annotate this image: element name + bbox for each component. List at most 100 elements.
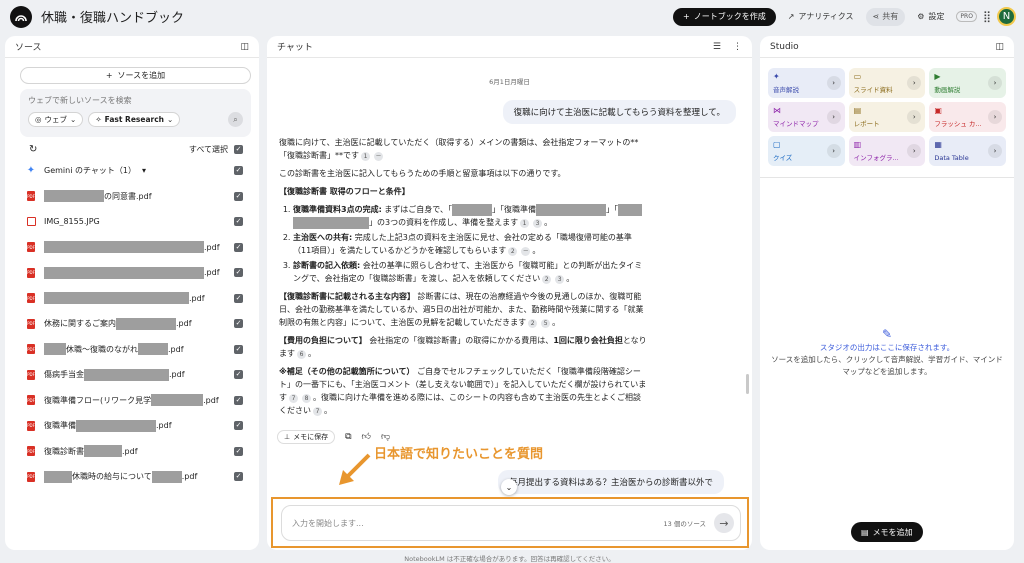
settings-button[interactable]: ⚙ 設定 [911, 8, 950, 26]
citation-chip[interactable]: － [521, 247, 531, 256]
studio-tile[interactable]: ▶ 動画解説 › [929, 68, 1006, 98]
studio-tile[interactable]: ✦ 音声解説 › [768, 68, 845, 98]
citation-chip[interactable]: 7 [289, 394, 298, 403]
source-checkbox[interactable]: ✓ [234, 472, 243, 482]
chevron-right-icon[interactable]: › [987, 76, 1002, 90]
source-checkbox[interactable]: ✓ [234, 395, 243, 405]
notebooklm-logo-icon[interactable] [10, 5, 32, 28]
source-checkbox[interactable]: ✓ [234, 293, 243, 303]
list-item[interactable]: PDF 休務に関するご案内 .pdf ✓ [5, 311, 259, 337]
citation-chip[interactable]: 8 [302, 394, 311, 403]
studio-tile[interactable]: ▢ クイズ › [768, 136, 845, 166]
save-to-note-button[interactable]: ⊥ メモに保存 [277, 430, 336, 444]
avatar[interactable]: N [997, 7, 1016, 26]
thumbs-up-icon[interactable]: 👍︎ [362, 432, 371, 442]
citation-chip[interactable]: 2 [542, 275, 552, 284]
add-note-button[interactable]: ▤ メモを追加 [851, 522, 923, 542]
source-checkbox[interactable]: ✓ [234, 421, 243, 431]
pdf-file-icon-wrap: PDF [25, 343, 37, 355]
list-item[interactable]: PDF の同意書.pdf ✓ [5, 184, 259, 210]
chat-input[interactable]: 入力を開始します... [292, 518, 663, 529]
list-item[interactable]: PDF 復職診断書 .pdf ✓ [5, 439, 259, 465]
studio-tile-label: インフォグラ... [853, 154, 899, 162]
source-checkbox[interactable]: ✓ [234, 268, 243, 278]
source-checkbox[interactable]: ✓ [234, 319, 243, 329]
chevron-right-icon[interactable]: › [826, 144, 841, 158]
redacted-block [44, 266, 204, 279]
send-arrow-icon[interactable]: → [714, 513, 734, 533]
source-checkbox[interactable]: ✓ [234, 370, 243, 380]
thumbs-down-icon[interactable]: 👎︎ [381, 432, 390, 442]
apps-grid-icon[interactable]: ⣿ [983, 10, 991, 23]
source-search-input[interactable]: ウェブで新しいソースを検索 [28, 95, 243, 106]
list-item[interactable]: PDF .pdf ✓ [5, 260, 259, 286]
source-checkbox[interactable]: ✓ [234, 166, 243, 176]
annotation-highlight-box: 入力を開始します... 13 個のソース → [271, 497, 749, 548]
settings-label: 設定 [928, 12, 945, 21]
studio-tile[interactable]: ▭ スライド資料 › [848, 68, 926, 98]
studio-tile[interactable]: ⋈ マインドマップ › [768, 102, 845, 132]
response-paragraph: ※補足（その他の記載箇所について） ご自身でセルフチェックしていただく「復職準備… [279, 367, 647, 416]
share-button[interactable]: ⋖ 共有 [865, 7, 906, 26]
citation-chip[interactable]: 3 [533, 219, 543, 228]
studio-tile[interactable]: ▦ Data Table › [929, 136, 1006, 166]
source-checkbox[interactable]: ✓ [234, 217, 243, 227]
select-all-checkbox[interactable]: ✓ [234, 145, 243, 154]
sources-header: ソース ◫ [5, 36, 259, 58]
chevron-right-icon[interactable]: › [826, 110, 841, 124]
add-source-button[interactable]: + ソースを追加 [20, 67, 251, 84]
list-item[interactable]: PDF .pdf ✓ [5, 286, 259, 312]
citation-chip[interactable]: 1 [361, 152, 370, 161]
collapse-panel-icon[interactable]: ◫ [240, 42, 249, 52]
list-item[interactable]: PDF .pdf ✓ [5, 235, 259, 261]
research-mode-dropdown[interactable]: ✧ Fast Research ⌄ [88, 112, 181, 127]
chevron-right-icon[interactable]: › [987, 144, 1002, 158]
citation-chip[interactable]: 6 [297, 350, 306, 359]
chevron-right-icon[interactable]: › [907, 76, 922, 90]
response-paragraph: 復職に向けて、主治医に記載していただく（取得する）メインの書類は、会社指定フォー… [279, 136, 647, 162]
list-item[interactable]: PDF 傷病手当金 .pdf ✓ [5, 362, 259, 388]
tune-settings-icon[interactable]: ☰ [713, 42, 721, 52]
list-item[interactable]: PDF 休職時の給与について .pdf ✓ [5, 464, 259, 490]
citation-chip[interactable]: 2 [528, 319, 538, 328]
source-checkbox[interactable]: ✓ [234, 242, 243, 252]
refresh-icon[interactable]: ↻ [29, 144, 37, 155]
source-name: の同意書.pdf [104, 191, 152, 201]
citation-chip[interactable]: 3 [555, 275, 565, 284]
studio-tile[interactable]: ▥ インフォグラ... › [848, 136, 926, 166]
citation-chip[interactable]: 5 [541, 319, 551, 328]
create-notebook-button[interactable]: + ノートブックを作成 [673, 7, 776, 26]
citation-chip[interactable]: － [374, 152, 383, 161]
chat-scrollbar[interactable] [746, 374, 749, 394]
studio-tile[interactable]: ▤ レポート › [848, 102, 926, 132]
copy-icon[interactable]: ⧉ [345, 432, 351, 442]
chevron-right-icon[interactable]: › [987, 110, 1002, 124]
list-item-title: 復職準備資料3点の完成: [293, 205, 382, 214]
search-submit-icon[interactable]: ⌕ [228, 112, 243, 127]
citation-chip[interactable]: 2 [508, 247, 518, 256]
analytics-button[interactable]: ↗ アナリティクス [782, 8, 860, 26]
source-checkbox[interactable]: ✓ [234, 344, 243, 354]
chevron-down-icon[interactable]: ▾ [142, 166, 146, 175]
list-item[interactable]: PDF 復職準備 .pdf ✓ [5, 413, 259, 439]
scroll-down-icon[interactable]: ⌄ [501, 479, 517, 495]
list-item[interactable]: PDF 休職〜復職のながれ .pdf ✓ [5, 337, 259, 363]
source-name: 復職準備 [44, 421, 76, 431]
chevron-right-icon[interactable]: › [907, 110, 922, 124]
source-checkbox[interactable]: ✓ [234, 446, 243, 456]
notebook-title[interactable]: 休職・復職ハンドブック [41, 7, 184, 26]
collapse-panel-icon[interactable]: ◫ [995, 42, 1004, 52]
list-item[interactable]: IMG_8155.JPG ✓ [5, 209, 259, 235]
chevron-right-icon[interactable]: › [907, 144, 922, 158]
empty-desc-2: マップなどを追加します。 [842, 367, 932, 376]
list-item[interactable]: PDF 復職準備フロー(リワーク見学 .pdf ✓ [5, 388, 259, 414]
citation-chip[interactable]: 7 [313, 407, 322, 416]
user-message: 復職に向けて主治医に記載してもらう資料を整理して。 [502, 100, 736, 124]
list-item[interactable]: ✦ Gemini のチャット（1） ▾ ✓ [5, 158, 259, 184]
citation-chip[interactable]: 1 [520, 219, 530, 228]
source-checkbox[interactable]: ✓ [234, 191, 243, 201]
web-dropdown[interactable]: ◎ ウェブ ⌄ [28, 112, 84, 127]
chevron-right-icon[interactable]: › [826, 76, 841, 90]
studio-tile[interactable]: ▣ フラッシュ カ... › [929, 102, 1006, 132]
more-vert-icon[interactable]: ⋮ [733, 42, 742, 52]
